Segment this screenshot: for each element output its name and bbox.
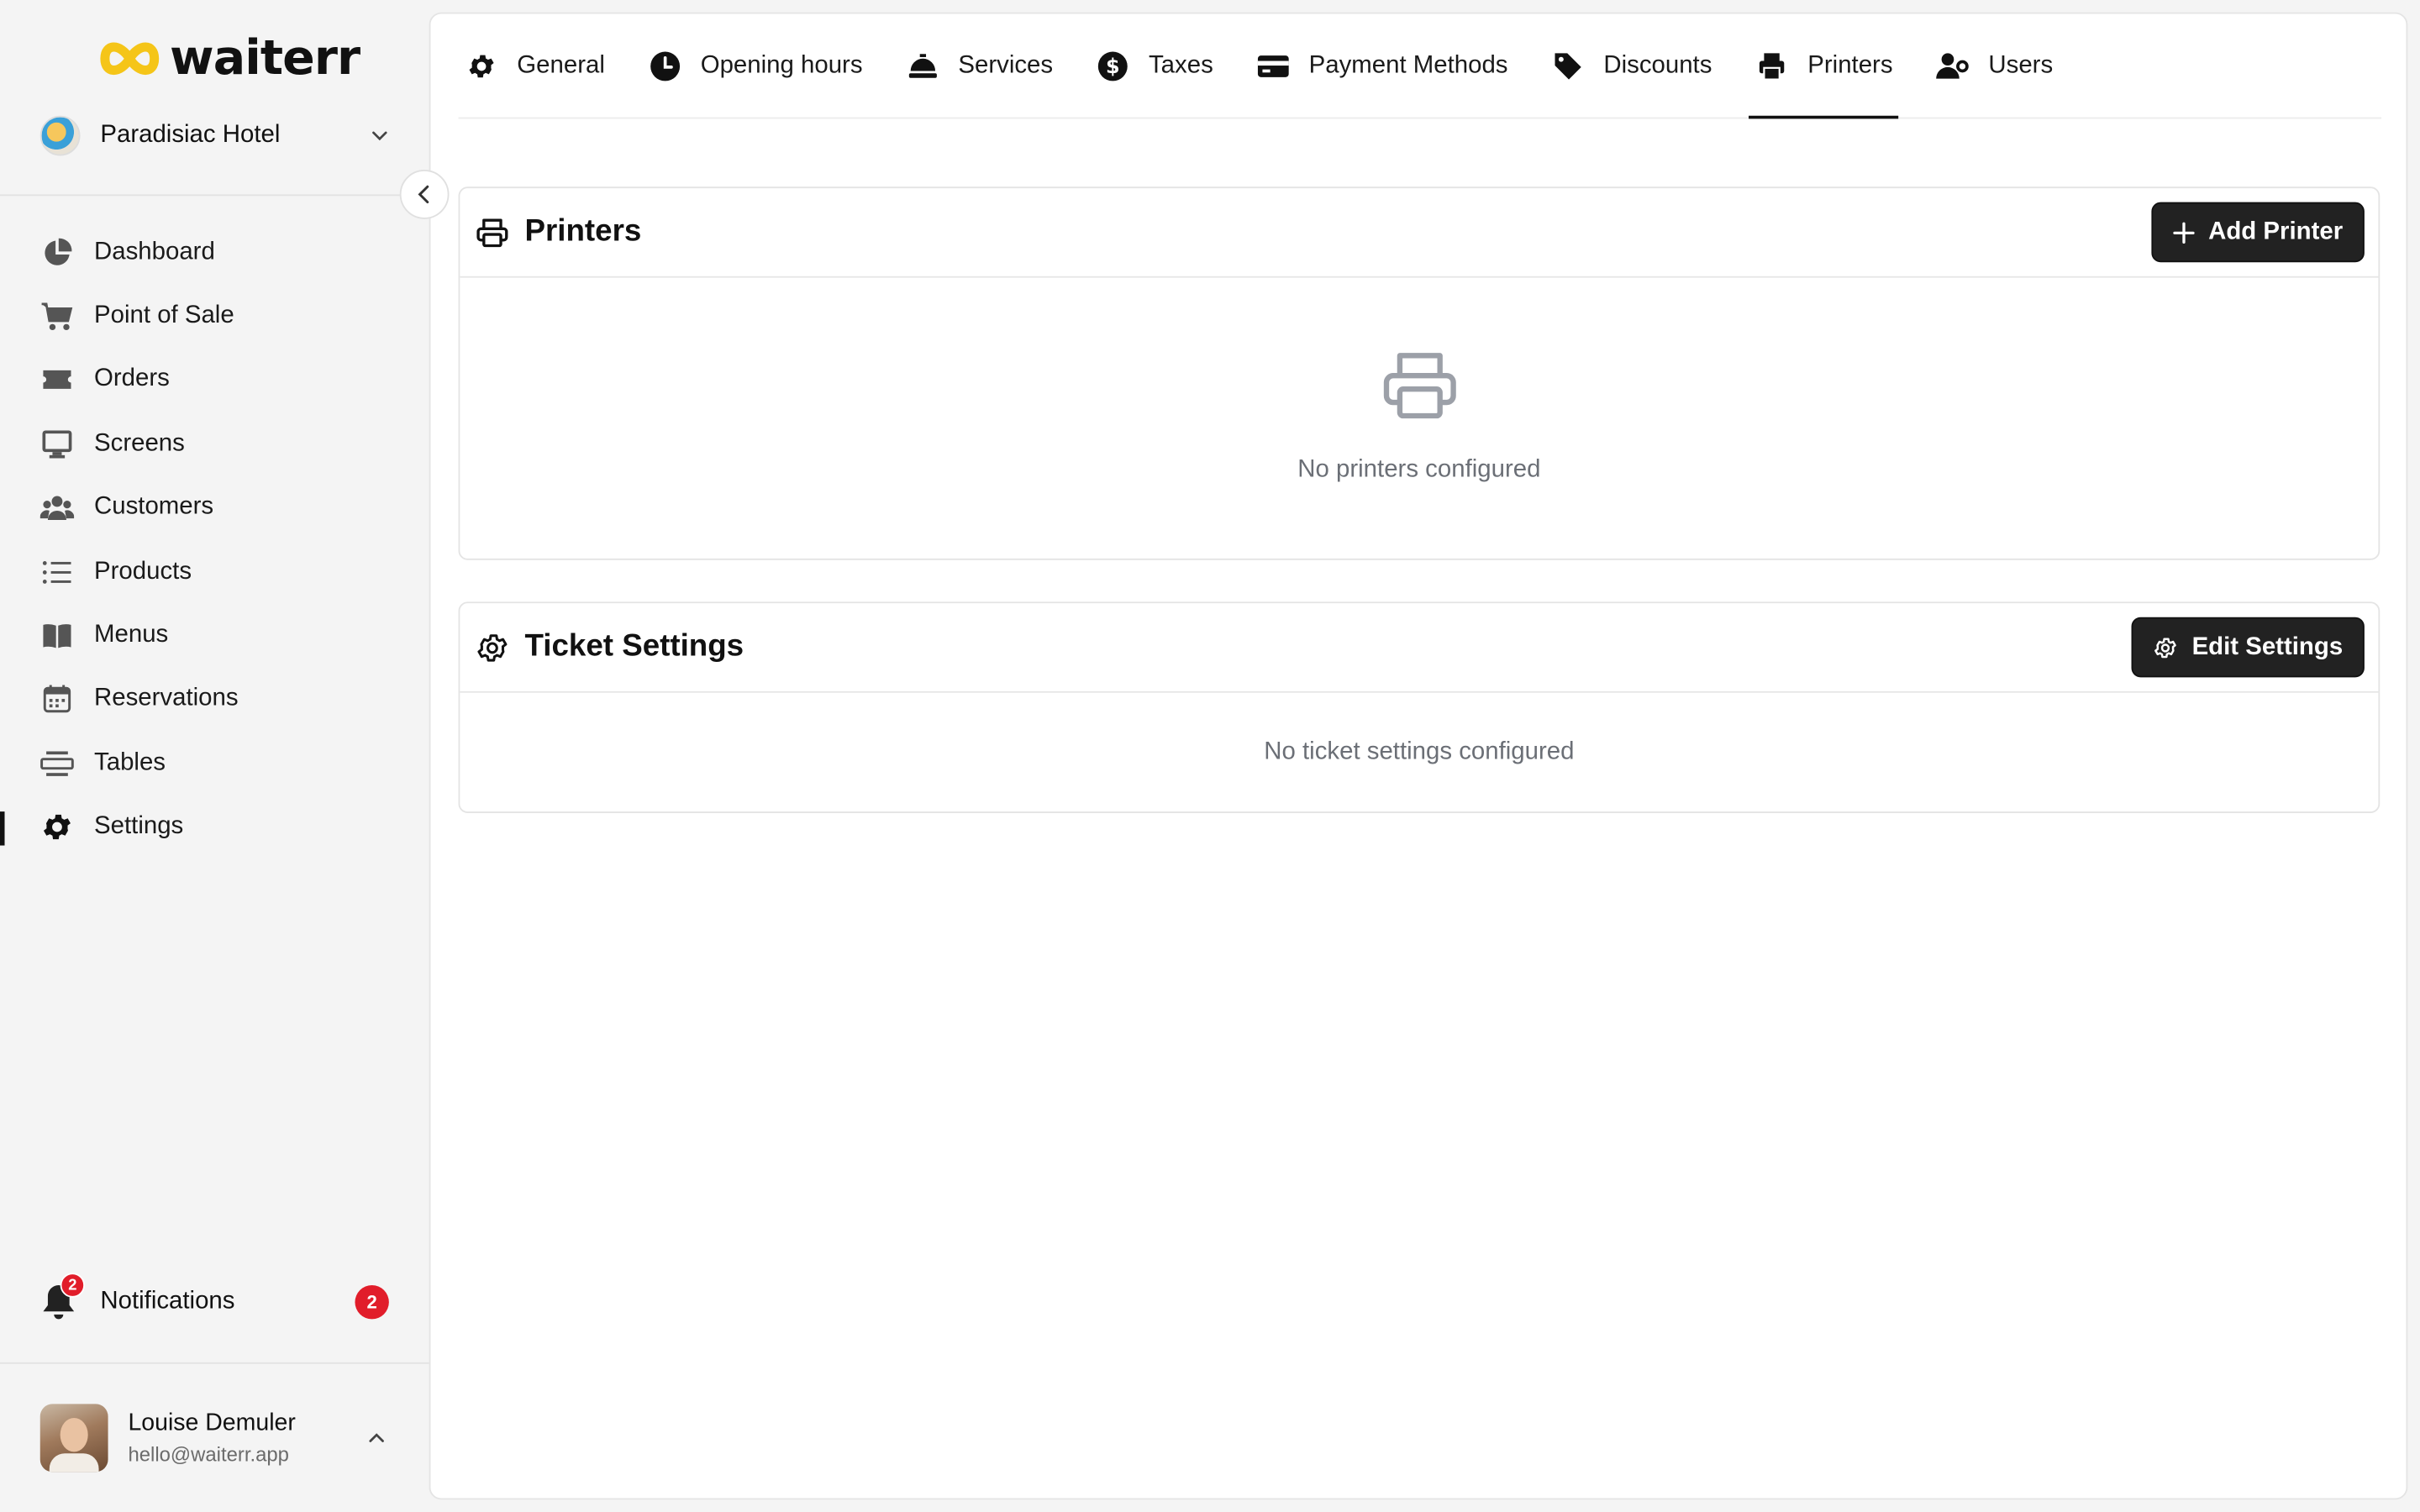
tab-label: Discounts — [1603, 51, 1712, 78]
settings-panel: General Opening hours Services $ Taxes P… — [429, 12, 2408, 1500]
notifications-label: Notifications — [100, 1288, 235, 1315]
sidebar-item-reservations[interactable]: Reservations — [0, 668, 429, 732]
cloche-icon — [906, 49, 939, 82]
sidebar-item-dashboard[interactable]: Dashboard — [0, 221, 429, 285]
gear-outline-icon — [2154, 637, 2177, 658]
notification-dot: 2 — [60, 1273, 86, 1298]
gear-outline-icon — [474, 628, 511, 665]
venue-name: Paradisiac Hotel — [100, 122, 281, 149]
ticket-settings-header: Ticket Settings Edit Settings — [460, 603, 2379, 693]
sidebar-item-tables[interactable]: Tables — [0, 732, 429, 795]
brand-name: waiterr — [170, 30, 360, 87]
ticket-settings-empty-state: No ticket settings configured — [460, 693, 2378, 813]
user-menu[interactable]: Louise Demuler hello@waiterr.app — [39, 1401, 395, 1475]
add-printer-button[interactable]: Add Printer — [2151, 202, 2365, 263]
sidebar-nav: Dashboard Point of Sale Orders Screens C… — [0, 221, 429, 859]
credit-card-icon — [1256, 49, 1290, 82]
printers-card: Printers Add Printer No printers configu… — [458, 186, 2381, 560]
sidebar: waiterr Paradisiac Hotel Dashboard Point — [0, 0, 429, 1512]
sidebar-item-label: Orders — [94, 366, 170, 393]
pie-chart-icon — [40, 235, 74, 269]
svg-text:$: $ — [1106, 54, 1120, 77]
tab-general[interactable]: General — [459, 14, 612, 118]
add-printer-label: Add Printer — [2208, 218, 2344, 245]
sidebar-item-label: Customers — [94, 494, 214, 521]
gear-icon — [465, 49, 498, 82]
users-icon — [39, 491, 75, 525]
printers-empty-text: No printers configured — [1297, 456, 1541, 483]
sidebar-item-label: Settings — [94, 813, 184, 840]
gear-icon — [40, 811, 74, 844]
tab-users[interactable]: Users — [1930, 14, 2060, 118]
printer-icon — [1755, 49, 1789, 82]
notifications-link[interactable]: 2 Notifications 2 — [40, 1273, 395, 1330]
chevron-down-icon — [372, 131, 387, 141]
sidebar-item-menus[interactable]: Menus — [0, 604, 429, 668]
sidebar-item-products[interactable]: Products — [0, 540, 429, 604]
sidebar-item-settings[interactable]: Settings — [0, 795, 429, 859]
ticket-settings-empty-text: No ticket settings configured — [1264, 738, 1575, 766]
tab-label: Users — [1988, 51, 2054, 78]
sidebar-item-label: Screens — [94, 430, 185, 457]
user-gear-icon — [1936, 49, 1970, 82]
chevron-left-icon — [418, 185, 429, 204]
sidebar-item-label: Reservations — [94, 685, 239, 712]
settings-tabs: General Opening hours Services $ Taxes P… — [458, 14, 2382, 119]
cart-icon — [40, 299, 74, 333]
tab-label: Taxes — [1148, 51, 1213, 78]
tab-label: Payment Methods — [1308, 51, 1508, 78]
calendar-icon — [40, 683, 74, 717]
edit-settings-label: Edit Settings — [2191, 633, 2344, 660]
printers-card-title: Printers — [524, 214, 642, 249]
sidebar-item-orders[interactable]: Orders — [0, 349, 429, 412]
printer-outline-icon — [474, 213, 511, 250]
notifications-count-badge: 2 — [355, 1285, 389, 1320]
printer-outline-icon — [1382, 353, 1455, 419]
sidebar-footer-divider — [0, 1362, 429, 1364]
printers-empty-state: No printers configured — [460, 278, 2378, 559]
plus-icon — [2173, 221, 2195, 244]
tab-printers[interactable]: Printers — [1749, 14, 1900, 119]
tab-services[interactable]: Services — [900, 14, 1060, 118]
tab-label: Services — [958, 51, 1054, 78]
venue-selector[interactable]: Paradisiac Hotel — [39, 111, 395, 160]
collapse-sidebar-button[interactable] — [399, 170, 450, 219]
chevron-up-icon — [369, 1433, 384, 1442]
sidebar-item-customers[interactable]: Customers — [0, 476, 429, 540]
sidebar-item-label: Menus — [94, 622, 169, 648]
logo-mark-icon — [100, 42, 160, 75]
venue-avatar — [39, 115, 81, 156]
ticket-icon — [40, 363, 74, 396]
sidebar-item-label: Point of Sale — [94, 302, 234, 329]
tab-label: Opening hours — [700, 51, 863, 78]
table-icon — [40, 747, 74, 780]
brand-logo[interactable]: waiterr — [99, 28, 360, 89]
tab-label: Printers — [1807, 51, 1893, 78]
clock-icon — [648, 49, 681, 82]
tag-icon — [1551, 49, 1585, 82]
monitor-icon — [40, 428, 74, 461]
tab-taxes[interactable]: $ Taxes — [1090, 14, 1219, 118]
tab-discounts[interactable]: Discounts — [1545, 14, 1718, 118]
printers-card-header: Printers Add Printer — [460, 188, 2379, 278]
sidebar-item-screens[interactable]: Screens — [0, 412, 429, 476]
user-name: Louise Demuler — [128, 1410, 296, 1437]
sidebar-item-label: Tables — [94, 749, 166, 776]
list-icon — [40, 555, 74, 589]
tab-label: General — [517, 51, 605, 78]
avatar — [39, 1404, 108, 1473]
dollar-icon: $ — [1097, 49, 1130, 82]
sidebar-item-label: Products — [94, 558, 192, 585]
tab-opening-hours[interactable]: Opening hours — [642, 14, 869, 118]
tab-payment-methods[interactable]: Payment Methods — [1250, 14, 1514, 118]
user-email: hello@waiterr.app — [128, 1442, 289, 1466]
ticket-settings-title: Ticket Settings — [524, 629, 744, 664]
edit-settings-button[interactable]: Edit Settings — [2131, 617, 2365, 678]
sidebar-item-point-of-sale[interactable]: Point of Sale — [0, 285, 429, 349]
bell-icon: 2 — [40, 1273, 86, 1322]
sidebar-divider — [0, 194, 429, 197]
ticket-settings-card: Ticket Settings Edit Settings No ticket … — [458, 601, 2381, 813]
book-icon — [40, 619, 74, 653]
sidebar-item-label: Dashboard — [94, 239, 215, 265]
